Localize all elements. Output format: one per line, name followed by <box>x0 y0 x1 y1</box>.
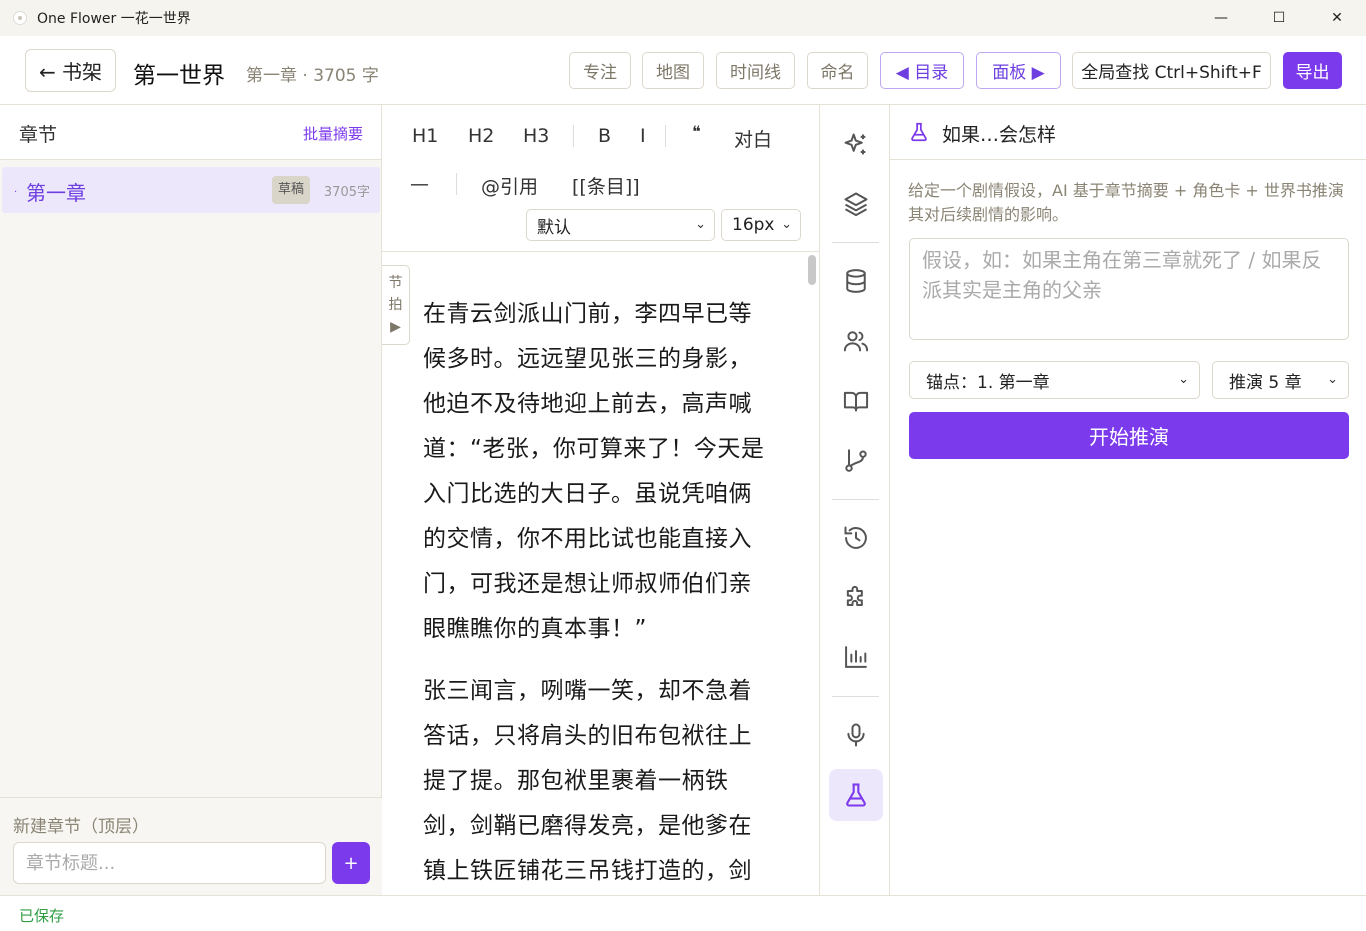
add-chapter-button[interactable]: + <box>332 842 370 884</box>
heading2-button[interactable]: H2 <box>468 125 494 147</box>
window-controls: — ☐ ✕ <box>1192 0 1366 36</box>
header-toolbar: ← 书架 第一世界 第一章 · 3705 字 专注 地图 时间线 命名 ◀ 目录… <box>0 36 1366 105</box>
bar-chart-icon[interactable] <box>829 631 883 683</box>
users-icon[interactable] <box>829 315 883 367</box>
chapter-name: 第一章 <box>26 181 86 205</box>
sidebar-title: 章节 <box>19 124 58 146</box>
reference-button[interactable]: @引用 <box>481 172 538 199</box>
app-logo-icon <box>13 11 27 25</box>
chevron-down-icon: ⌄ <box>781 217 792 232</box>
depth-select[interactable]: 推演 5 章 ⌄ <box>1212 361 1349 399</box>
focus-button[interactable]: 专注 <box>569 52 631 89</box>
flask-icon <box>908 121 930 147</box>
rail-divider <box>832 499 879 500</box>
toolbar-divider <box>456 173 457 195</box>
new-chapter-label: 新建章节（顶层） <box>13 817 149 837</box>
anchor-chapter-select[interactable]: 锚点：1. 第一章 ⌄ <box>909 361 1200 399</box>
layers-icon[interactable] <box>829 178 883 230</box>
status-bar: 已保存 <box>0 895 1366 931</box>
save-status: 已保存 <box>19 907 65 925</box>
font-family-select[interactable]: 默认 ⌄ <box>526 209 715 241</box>
timeline-button[interactable]: 时间线 <box>716 52 795 89</box>
rail-divider <box>832 242 879 243</box>
map-button[interactable]: 地图 <box>642 52 704 89</box>
editor-pane: H1 H2 H3 B I ❝ 对白 — @引用 [[条目]] 默认 ⌄ 16px… <box>382 105 819 895</box>
panel-toggle-button[interactable]: 面板 ▶ <box>976 52 1061 89</box>
chapter-word-count: 3705字 <box>323 185 370 200</box>
git-branch-icon[interactable] <box>829 434 883 486</box>
font-size-select[interactable]: 16px ⌄ <box>721 209 801 241</box>
flask-icon[interactable] <box>829 769 883 821</box>
beat-panel-tab[interactable]: 节 拍 ▶ <box>382 265 410 345</box>
global-search-button[interactable]: 全局查找 Ctrl+Shift+F <box>1072 52 1271 89</box>
microphone-icon[interactable] <box>829 709 883 761</box>
batch-summary-link[interactable]: 批量摘要 <box>303 123 363 144</box>
book-title: 第一世界 <box>133 63 225 89</box>
tool-rail <box>819 105 890 895</box>
paragraph[interactable]: 张三闻言，咧嘴一笑，却不急着答话，只将肩头的旧布包袱往上提了提。那包袱里裹着一柄… <box>423 669 773 894</box>
chevron-down-icon: ⌄ <box>695 217 706 232</box>
heading1-button[interactable]: H1 <box>412 125 438 147</box>
window-title: One Flower 一花一世界 <box>37 11 191 27</box>
what-if-panel: 如果…会怎样 给定一个剧情假设，AI 基于章节摘要 + 角色卡 + 世界书推演其… <box>890 105 1366 895</box>
new-chapter-form: 新建章节（顶层） + <box>0 797 382 895</box>
chapter-sidebar: 章节 批量摘要 · 第一章 草稿 3705字 新建章节（顶层） + <box>0 105 382 895</box>
naming-button[interactable]: 命名 <box>807 52 868 89</box>
paragraph[interactable]: 在青云剑派山门前，李四早已等候多时。远远望见张三的身影，他迫不及待地迎上前去，高… <box>423 292 773 652</box>
hypothesis-input[interactable] <box>909 238 1349 340</box>
chapter-meta: 第一章 · 3705 字 <box>246 66 379 86</box>
beat-tab-label-1: 节 <box>388 275 403 291</box>
panel-header: 如果…会怎样 <box>890 105 1366 160</box>
close-button[interactable]: ✕ <box>1308 0 1366 36</box>
bold-button[interactable]: B <box>598 125 611 147</box>
minimize-button[interactable]: — <box>1192 0 1250 36</box>
anchor-select-value: 锚点：1. 第一章 <box>926 372 1050 393</box>
toolbar-divider <box>665 125 666 147</box>
editor-scrollbar[interactable] <box>808 255 816 285</box>
horizontal-rule-button[interactable]: — <box>410 173 429 195</box>
heading3-button[interactable]: H3 <box>523 125 549 147</box>
chevron-down-icon: ⌄ <box>1178 372 1189 387</box>
toolbar-divider <box>573 125 574 147</box>
chevron-down-icon: ⌄ <box>1327 372 1338 387</box>
chapter-bullet-icon: · <box>14 187 18 198</box>
play-arrow-icon: ▶ <box>390 319 401 335</box>
book-open-icon[interactable] <box>829 375 883 427</box>
sparkles-icon[interactable] <box>829 119 883 171</box>
back-to-bookshelf-button[interactable]: ← 书架 <box>25 49 116 92</box>
editor-toolbar: H1 H2 H3 B I ❝ 对白 — @引用 [[条目]] 默认 ⌄ 16px… <box>382 105 819 252</box>
editor-content[interactable]: 在青云剑派山门前，李四早已等候多时。远远望见张三的身影，他迫不及待地迎上前去，高… <box>423 292 773 911</box>
chapter-list-item[interactable]: · 第一章 草稿 3705字 <box>2 167 380 213</box>
font-size-value: 16px <box>732 215 775 235</box>
database-icon[interactable] <box>829 255 883 307</box>
title-bar: One Flower 一花一世界 — ☐ ✕ <box>0 0 1366 36</box>
start-simulation-button[interactable]: 开始推演 <box>909 412 1349 459</box>
italic-button[interactable]: I <box>640 125 646 147</box>
export-button[interactable]: 导出 <box>1283 52 1342 89</box>
panel-description: 给定一个剧情假设，AI 基于章节摘要 + 角色卡 + 世界书推演其对后续剧情的影… <box>908 181 1344 224</box>
toc-toggle-button[interactable]: ◀ 目录 <box>880 52 964 89</box>
rail-divider <box>832 696 879 697</box>
sidebar-header: 章节 批量摘要 <box>0 105 381 160</box>
dialogue-button[interactable]: 对白 <box>734 125 772 152</box>
font-family-value: 默认 <box>537 217 571 238</box>
maximize-button[interactable]: ☐ <box>1250 0 1308 36</box>
panel-title: 如果…会怎样 <box>942 124 1057 146</box>
puzzle-icon[interactable] <box>829 572 883 624</box>
chapter-title-input[interactable] <box>13 842 326 884</box>
quote-icon[interactable]: ❝ <box>692 122 701 141</box>
entry-link-button[interactable]: [[条目]] <box>572 172 640 199</box>
history-icon[interactable] <box>829 512 883 564</box>
depth-select-value: 推演 5 章 <box>1229 372 1302 393</box>
chapter-status-badge: 草稿 <box>272 176 311 204</box>
beat-tab-label-2: 拍 <box>388 297 403 313</box>
